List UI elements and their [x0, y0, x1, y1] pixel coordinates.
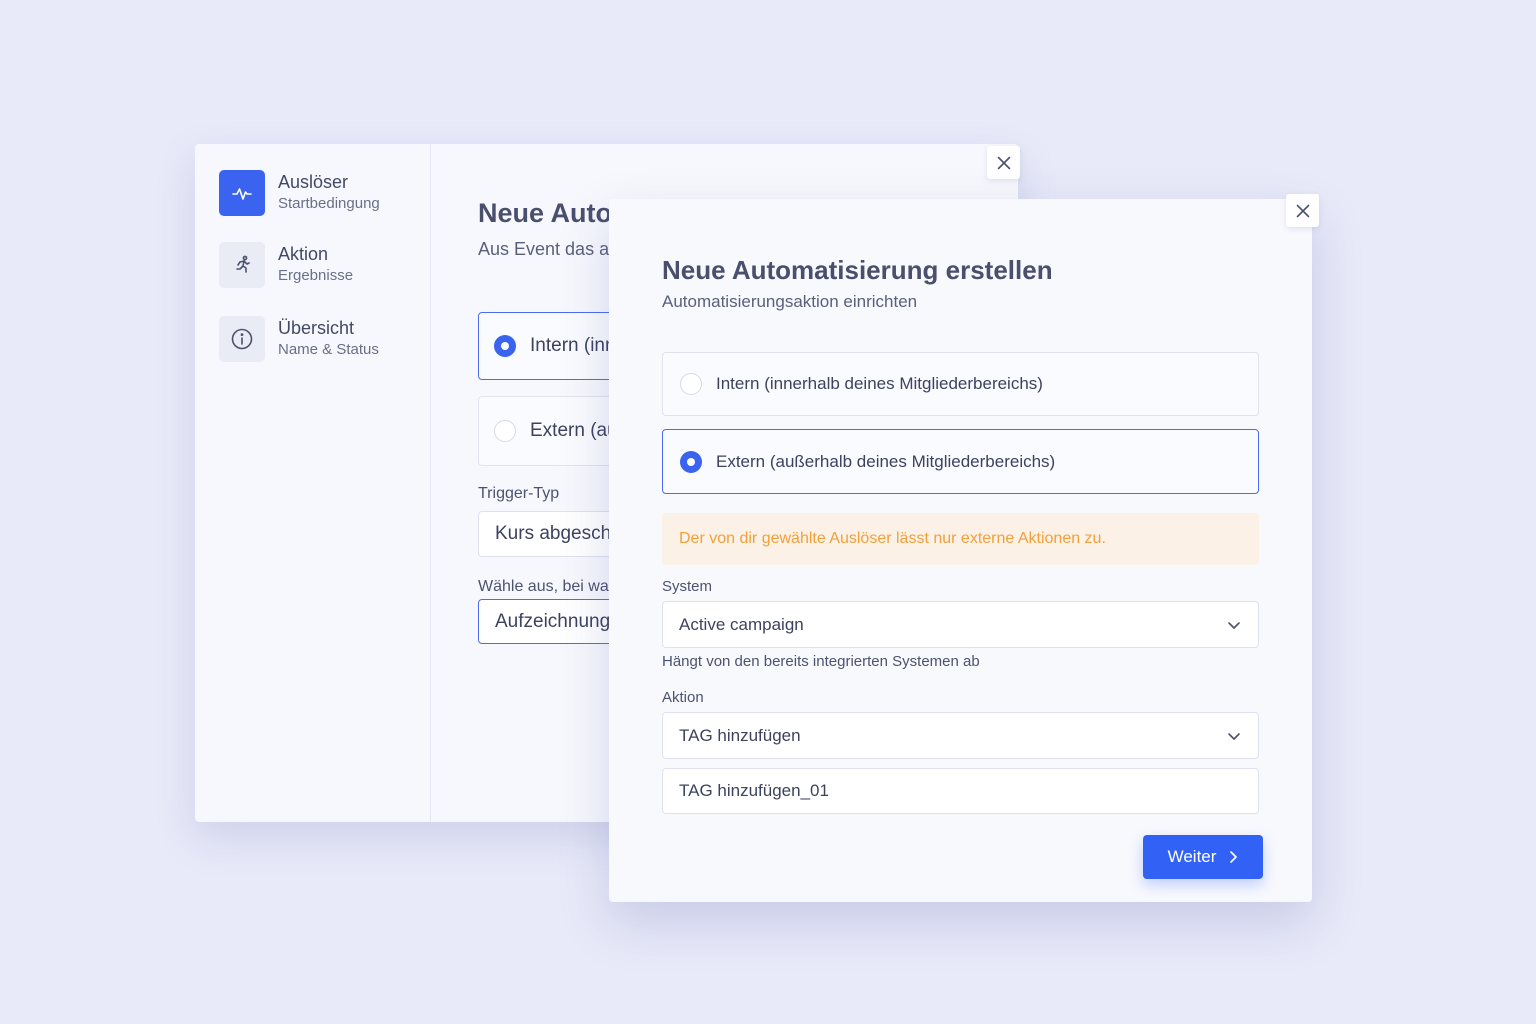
front-modal: Neue Automatisierung erstellen Automatis… — [609, 199, 1312, 902]
trigger-type-label: Trigger-Typ — [478, 485, 560, 502]
step-subtitle: Startbedingung — [278, 195, 380, 212]
chevron-down-icon — [1228, 733, 1240, 740]
option-extern[interactable]: Extern (außerhalb deines Mitgliederberei… — [662, 429, 1259, 494]
warning-banner: Der von dir gewählte Auslöser lässt nur … — [662, 513, 1259, 565]
modal-subtitle: Automatisierungsaktion einrichten — [662, 292, 918, 311]
radio-checked[interactable] — [680, 450, 702, 473]
option-label: Intern (innerhalb deines Mitgliederberei… — [716, 374, 1043, 393]
system-select[interactable]: Active campaign — [662, 601, 1259, 648]
option-intern[interactable]: Intern (innerhalb deines Mitgliederberei… — [662, 352, 1259, 416]
option-label: Extern (au — [530, 420, 618, 441]
radio-checked[interactable] — [494, 335, 516, 357]
step-uebersicht[interactable]: Übersicht Name & Status — [219, 316, 379, 362]
step-aktion[interactable]: Aktion Ergebnisse — [219, 242, 353, 288]
action-label: Aktion — [662, 689, 704, 706]
action-select-value: TAG hinzufügen — [679, 725, 801, 745]
chevron-down-icon — [1228, 622, 1240, 629]
step-title: Übersicht — [278, 318, 355, 338]
choose-label: Wähle aus, bei wa — [478, 578, 609, 595]
step-ausloeser[interactable]: Auslöser Startbedingung — [219, 170, 380, 216]
action-select[interactable]: TAG hinzufügen — [662, 712, 1259, 759]
weiter-button[interactable]: Weiter — [1143, 835, 1263, 879]
system-select-value: Active campaign — [679, 614, 804, 634]
weiter-button-label: Weiter — [1167, 847, 1217, 866]
step-title: Auslöser — [278, 172, 349, 192]
radio-unchecked[interactable] — [494, 420, 516, 442]
modal-title: Neue Automatisierung erstellen — [662, 255, 1053, 285]
front-modal-close-button[interactable] — [1286, 194, 1319, 227]
option-label: Intern (inn — [530, 335, 616, 356]
step-sidebar: Auslöser Startbedingung Aktion Ergebniss… — [195, 144, 431, 822]
step-subtitle: Name & Status — [278, 341, 379, 358]
pulse-icon — [219, 170, 265, 216]
close-icon — [997, 156, 1010, 169]
tag-name-input[interactable]: TAG hinzufügen_01 — [662, 768, 1259, 814]
running-person-icon — [219, 242, 265, 288]
system-label: System — [662, 578, 713, 595]
back-modal-close-button[interactable] — [987, 146, 1020, 179]
step-title: Aktion — [278, 244, 329, 264]
chevron-right-icon — [1230, 851, 1238, 863]
option-label: Extern (außerhalb deines Mitgliederberei… — [716, 451, 1056, 471]
back-modal-title: Neue Auto — [478, 198, 612, 228]
back-modal-subtitle: Aus Event das a — [478, 239, 610, 259]
step-subtitle: Ergebnisse — [278, 267, 354, 284]
close-icon — [1296, 204, 1309, 217]
system-hint: Hängt von den bereits integrierten Syste… — [662, 653, 980, 670]
radio-unchecked[interactable] — [680, 373, 702, 395]
info-icon — [219, 316, 265, 362]
